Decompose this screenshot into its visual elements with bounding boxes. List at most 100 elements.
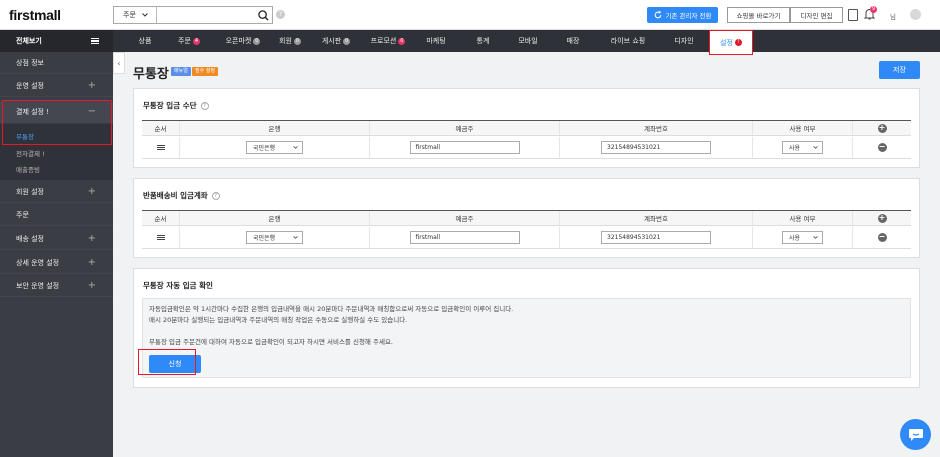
nav-item-design[interactable]: 디자인 (666, 30, 702, 52)
nav-item-mobile[interactable]: 모바일 (510, 30, 546, 52)
account-cell: 32154894531021 (560, 227, 753, 248)
plus-icon: + (87, 80, 96, 91)
sidebar-item-member[interactable]: 회원 설정 + (0, 181, 113, 203)
design-edit-button[interactable]: 디자인 편집 (790, 7, 843, 23)
table-row: 국민은행 firstmall 32154894531021 사용 − (142, 137, 911, 159)
nav-label: 마케팅 (426, 37, 446, 45)
add-icon[interactable]: + (877, 213, 887, 223)
order-cell (142, 227, 180, 248)
highlight-box (138, 349, 196, 375)
chevron-down-icon (813, 146, 818, 149)
use-select[interactable]: 사용 (782, 231, 823, 244)
save-button[interactable]: 저장 (879, 61, 920, 79)
account-input[interactable]: 32154894531021 (601, 141, 711, 154)
sidebar-sub-receipt[interactable]: 매출증빙 (0, 164, 113, 174)
search-box: 주문 (113, 6, 273, 24)
add-icon[interactable]: + (877, 123, 887, 133)
nav-item-store[interactable]: 매장 (557, 30, 589, 52)
sidebar-item-label: 회원 설정 (16, 187, 44, 196)
chat-button[interactable] (900, 419, 931, 450)
sidebar-item-label: 상점 정보 (16, 58, 44, 67)
remove-icon[interactable]: − (877, 143, 887, 152)
sidebar-collapse-button[interactable]: ‹ (113, 52, 125, 74)
use-cell: 사용 (753, 227, 853, 248)
nav-label: 상품 (138, 37, 152, 45)
table-header: 순서 은행 예금주 계좌번호 사용 여부 + (142, 210, 911, 226)
use-value: 사용 (789, 235, 801, 242)
sidebar-item-shipping[interactable]: 배송 설정 + (0, 228, 113, 250)
help-icon[interactable]: ? (211, 191, 220, 200)
main-nav: 전체보기 상품 주문 4 오픈마켓 0 회원 0 게시판 0 프로모션 0 마케팅 통계 … (0, 30, 940, 55)
col-header: 예금주 (370, 121, 560, 135)
search-input[interactable] (157, 7, 254, 23)
help-icon[interactable]: ? (276, 10, 285, 19)
nav-badge: ! (734, 39, 742, 46)
col-header: 은행 (180, 211, 370, 225)
user-name[interactable]: 님 (890, 11, 896, 21)
holder-cell: firstmall (370, 137, 560, 158)
nav-item-live-shopping[interactable]: 라이브 쇼핑 (600, 30, 656, 52)
bank-value: 국민은행 (253, 235, 276, 242)
drag-handle-icon[interactable] (156, 235, 165, 240)
all-menu-label: 전체보기 (16, 37, 42, 45)
nav-item-openmarket[interactable]: 오픈마켓 0 (218, 30, 268, 52)
add-row-cell: + (853, 121, 911, 135)
switch-admin-button[interactable]: 기존 관리자 전환 (647, 7, 718, 23)
holder-input[interactable]: firstmall (409, 231, 520, 244)
document-icon[interactable] (848, 9, 858, 21)
sidebar-item-detail-operation[interactable]: 상세 운영 설정 + (0, 252, 113, 274)
bank-select[interactable]: 국민은행 (246, 231, 303, 244)
help-icon[interactable]: ? (200, 101, 209, 110)
sidebar-item-label: 상세 운영 설정 (16, 258, 60, 267)
sidebar-item-security[interactable]: 보안 운영 설정 + (0, 275, 113, 297)
col-header: 사용 여부 (753, 121, 853, 135)
chevron-down-icon (293, 236, 298, 239)
search-category-select[interactable]: 주문 (114, 7, 157, 23)
logo[interactable]: firstmall (9, 7, 61, 23)
bank-account-panel: 무통장 입금 수단? 순서 은행 예금주 계좌번호 사용 여부 + 국민은행 f… (133, 88, 920, 168)
chevron-down-icon (142, 13, 148, 17)
nav-item-member[interactable]: 회원 0 (273, 30, 307, 52)
nav-badge: 0 (343, 37, 351, 45)
col-header: 순서 (142, 211, 180, 225)
drag-handle-icon[interactable] (156, 145, 165, 150)
nav-item-product[interactable]: 상품 (130, 30, 160, 52)
sidebar-item-operation[interactable]: 운영 설정 + (0, 75, 113, 97)
nav-item-stats[interactable]: 통계 (465, 30, 501, 52)
account-input[interactable]: 32154894531021 (601, 231, 711, 244)
nav-item-settings[interactable]: 설정! (709, 30, 753, 55)
sidebar-item-store-info[interactable]: 상점 정보 (0, 52, 113, 74)
switch-admin-label: 기존 관리자 전환 (665, 12, 712, 20)
use-cell: 사용 (753, 137, 853, 158)
return-account-panel: 반품배송비 입금계좌? 순서 은행 예금주 계좌번호 사용 여부 + 국민은행 … (133, 178, 920, 258)
sidebar-item-label: 배송 설정 (16, 234, 44, 243)
nav-label: 게시판 (321, 37, 342, 45)
search-button[interactable] (254, 7, 272, 23)
nav-item-promotion[interactable]: 프로모션 0 (365, 30, 411, 52)
sidebar-sub-pg[interactable]: 전자결제 ! (0, 148, 113, 158)
manual-tag[interactable]: 매뉴얼 (171, 67, 191, 76)
section-title: 무통장 자동 입금 확인 (143, 281, 213, 290)
add-row-cell: + (853, 211, 911, 225)
holder-input[interactable]: firstmall (409, 141, 520, 154)
notification-badge: 9 (870, 6, 877, 13)
avatar[interactable] (910, 9, 921, 20)
nav-item-marketing[interactable]: 마케팅 (418, 30, 454, 52)
all-menu-button[interactable]: 전체보기 (0, 30, 113, 52)
remove-icon[interactable]: − (877, 233, 887, 242)
nav-label: 통계 (476, 37, 490, 45)
shop-link-button[interactable]: 쇼핑몰 바로가기 (727, 7, 790, 23)
nav-badge: 4 (192, 37, 200, 45)
sidebar-item-order[interactable]: 주문 (0, 204, 113, 226)
nav-item-order[interactable]: 주문 4 (170, 30, 208, 52)
section-title-text: 반품배송비 입금계좌 (143, 191, 208, 200)
use-select[interactable]: 사용 (782, 141, 823, 154)
nav-item-board[interactable]: 게시판 0 (315, 30, 357, 52)
bank-select[interactable]: 국민은행 (246, 141, 303, 154)
section-title: 무통장 입금 수단? (143, 100, 209, 111)
nav-label: 라이브 쇼핑 (610, 37, 646, 45)
nav-label: 주문 (178, 37, 191, 45)
page-title: 무통장 (133, 67, 169, 82)
nav-label: 프로모션 (370, 37, 397, 45)
chevron-down-icon (813, 236, 818, 239)
